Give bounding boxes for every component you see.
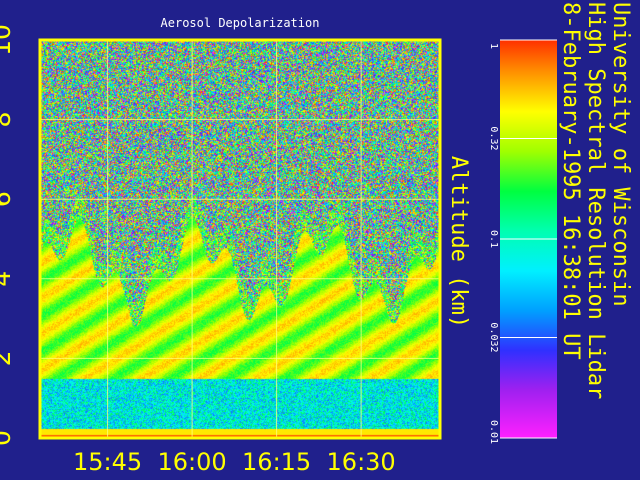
side-info-line: High Spectral Resolution Lidar: [583, 2, 608, 399]
colorbar-tick-label: 0.32: [488, 126, 499, 150]
y-tick-label: 0: [0, 430, 16, 446]
x-tick-label: 16:00: [158, 448, 227, 476]
colorbar-tick-label: 1: [488, 43, 499, 49]
x-tick-label: 15:45: [73, 448, 142, 476]
y-tick-label: 8: [0, 112, 16, 128]
colorbar-tick-label: 0.032: [488, 322, 499, 352]
x-tick-label: 16:15: [242, 448, 311, 476]
colorbar: 1 0.32 0.1 0.032 0.01: [488, 39, 557, 444]
y-axis-label: Altitude (km): [446, 156, 471, 328]
y-tick-label: 6: [0, 191, 16, 207]
y-tick-label: 10: [0, 24, 16, 56]
heatmap-plot-area: [40, 40, 440, 438]
x-tick-label: 16:30: [327, 448, 396, 476]
x-tick-labels: 15:45 16:00 16:15 16:30: [73, 448, 396, 476]
side-info-text: University of WisconsinHigh Spectral Res…: [558, 2, 633, 399]
chart-title: Aerosol Depolarization: [161, 16, 320, 30]
lidar-chart: Aerosol Depolarization 0 2 4 6 8 10 15:45 16:0…: [0, 2, 633, 476]
heatmap-canvas: [40, 40, 440, 438]
y-tick-label: 2: [0, 350, 16, 366]
side-info-line: 8-February-1995 16:38:01 UT: [558, 2, 583, 360]
y-tick-labels: 0 2 4 6 8 10: [0, 24, 16, 446]
y-tick-label: 4: [0, 271, 16, 287]
colorbar-tick-label: 0.01: [488, 420, 499, 444]
side-info-line: University of Wisconsin: [608, 2, 633, 307]
colorbar-tick-label: 0.1: [488, 230, 499, 248]
